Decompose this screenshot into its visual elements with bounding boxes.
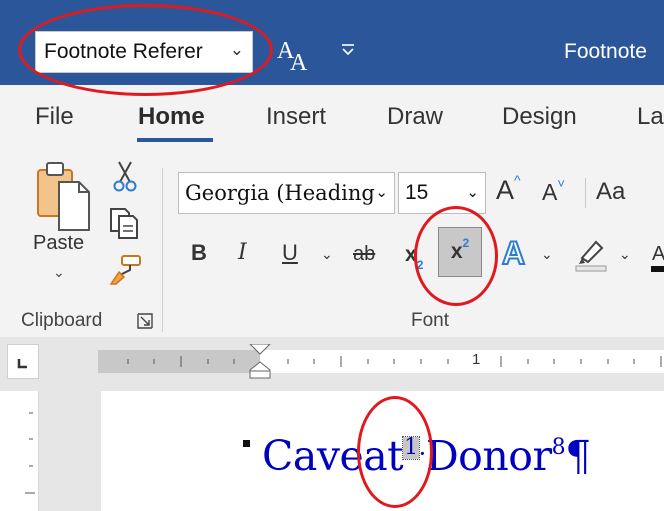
font-name-value: Georgia (Heading	[185, 181, 375, 205]
superscript-button[interactable]: x2	[438, 227, 482, 277]
title-bar: Footnote Referer ⌄ A A Footnote	[0, 0, 664, 85]
superscript-base: x	[450, 240, 463, 263]
bold-button[interactable]: B	[191, 240, 207, 266]
paragraph-format-marker	[243, 440, 250, 447]
space-mark: ·	[418, 440, 427, 468]
paste-button[interactable]: Paste	[33, 232, 84, 255]
footnote-reference[interactable]: 1	[402, 436, 420, 460]
cut-icon[interactable]	[113, 160, 137, 192]
document-title: Footnote	[564, 40, 647, 63]
page-gutter	[39, 391, 101, 511]
chevron-down-icon: ⌄	[375, 184, 388, 201]
subscript-mark: 2	[416, 258, 424, 272]
change-case-label: Aa	[596, 178, 626, 205]
chevron-down-icon[interactable]: ⌄	[321, 246, 333, 263]
text-effects-icon[interactable]: A	[500, 234, 532, 270]
subscript-button[interactable]: x2	[405, 243, 423, 272]
paste-icon[interactable]	[35, 160, 93, 232]
clipboard-group-label: Clipboard	[21, 310, 103, 331]
tab-file[interactable]: File	[35, 103, 74, 131]
tab-layout[interactable]: La	[637, 103, 664, 131]
group-separator	[162, 168, 163, 332]
separator	[585, 178, 586, 208]
document-word: Donor	[425, 432, 552, 480]
chevron-down-icon: ⌄	[466, 184, 479, 201]
dialog-launcher-icon[interactable]	[137, 313, 153, 329]
chevron-down-icon: ⌄	[229, 40, 244, 59]
ribbon-tabs: File Home Insert Draw Design La	[0, 85, 664, 147]
svg-text:A: A	[652, 243, 664, 265]
tab-design[interactable]: Design	[502, 103, 577, 131]
font-size-value: 15	[405, 181, 429, 204]
chevron-down-icon[interactable]: ⌄	[53, 264, 65, 281]
customize-qat-icon[interactable]	[340, 42, 356, 58]
grow-font-icon[interactable]: A^	[496, 172, 521, 206]
underline-button[interactable]: U	[282, 240, 298, 266]
chevron-down-icon[interactable]: ⌄	[619, 246, 631, 263]
footnote-reference-2[interactable]: 8	[552, 435, 566, 460]
tab-insert[interactable]: Insert	[266, 103, 326, 131]
format-painter-icon[interactable]	[108, 254, 142, 286]
font-group-label: Font	[411, 310, 450, 331]
tab-draw[interactable]: Draw	[387, 103, 443, 131]
document-text-line[interactable]: Caveat1·Donor8¶	[262, 432, 591, 480]
styles-aa-icon[interactable]: A A	[276, 36, 312, 72]
horizontal-ruler[interactable]	[98, 344, 664, 379]
subscript-base: x	[405, 243, 417, 266]
font-name-dropdown[interactable]: Georgia (Heading ⌄	[178, 172, 395, 214]
font-color-icon[interactable]: A	[650, 240, 664, 274]
svg-text:A: A	[502, 235, 525, 270]
superscript-mark: 2	[462, 236, 470, 250]
vertical-ruler	[7, 391, 39, 511]
svg-text:A: A	[290, 50, 308, 72]
left-tab-icon	[17, 359, 27, 369]
italic-button[interactable]: I	[238, 240, 247, 265]
shrink-font-icon[interactable]: A˅	[542, 176, 565, 206]
change-case-button[interactable]: Aa	[596, 178, 625, 206]
copy-icon[interactable]	[109, 207, 139, 239]
chevron-down-icon[interactable]: ⌄	[541, 246, 553, 263]
strikethrough-button[interactable]: ab	[353, 243, 375, 266]
pilcrow-mark: ¶	[565, 432, 591, 480]
ruler-number: 1	[472, 351, 481, 368]
highlight-icon[interactable]	[574, 236, 608, 272]
font-size-dropdown[interactable]: 15 ⌄	[398, 172, 486, 214]
document-word: Caveat	[262, 432, 404, 480]
tab-selector[interactable]	[7, 344, 39, 379]
tab-home[interactable]: Home	[138, 103, 205, 131]
active-tab-indicator	[137, 138, 213, 142]
style-dropdown-value: Footnote Referer	[44, 40, 203, 63]
style-dropdown[interactable]: Footnote Referer ⌄	[35, 31, 253, 73]
